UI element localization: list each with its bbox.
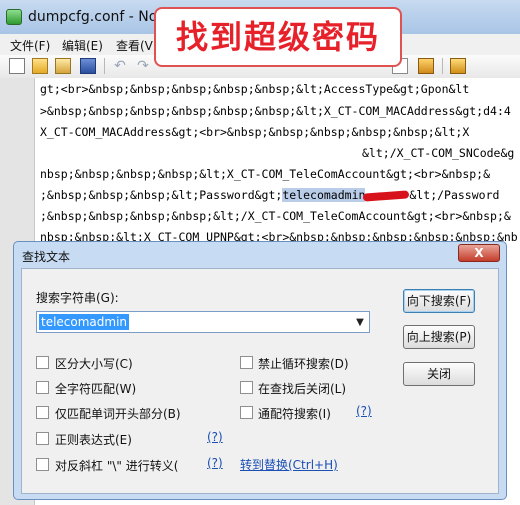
highlighted-match: telecomadmin: [282, 188, 366, 202]
code-line: >&nbsp;&nbsp;&nbsp;&nbsp;&nbsp;&nbsp;&lt…: [40, 104, 511, 118]
whole-word-label: 全字符匹配(W): [55, 382, 137, 396]
toolbar-separator: [442, 58, 443, 74]
macro-icon[interactable]: [450, 58, 466, 74]
menu-edit[interactable]: 编辑(E): [62, 37, 103, 54]
wildcard-label: 通配符搜索(I): [258, 407, 331, 421]
escape-label: 对反斜杠 "\" 进行转义(: [55, 459, 179, 473]
save-icon[interactable]: [80, 58, 96, 74]
code-line: ;&nbsp;&nbsp;&nbsp;&nbsp;&lt;/X_CT-COM_T…: [40, 209, 511, 223]
password-close-tag: &lt;/Password: [409, 188, 500, 202]
close-after-label: 在查找后关闭(L): [258, 382, 347, 396]
word-start-checkbox[interactable]: [36, 406, 49, 419]
banner-text: 找到超级密码: [175, 18, 380, 56]
find-down-button[interactable]: 向下搜索(F): [403, 289, 475, 313]
dialog-close-button[interactable]: X: [458, 244, 500, 262]
open-folder-icon[interactable]: [32, 58, 48, 74]
whole-word-checkbox[interactable]: [36, 381, 49, 394]
dialog-body: 搜索字符串(G): telecomadmin ▼ 区分大小写(C) 全字符匹配(…: [21, 268, 499, 494]
close-button[interactable]: 关闭: [403, 362, 475, 386]
code-line: X_CT-COM_MACAddress&gt;<br>&nbsp;&nbsp;&…: [40, 125, 470, 139]
regex-help-link[interactable]: (?): [207, 430, 223, 444]
match-case-checkbox[interactable]: [36, 356, 49, 369]
search-label: 搜索字符串(G):: [36, 291, 119, 305]
wildcard-checkbox[interactable]: [240, 406, 253, 419]
undo-icon[interactable]: ↶: [112, 58, 128, 74]
redaction-scribble: [363, 189, 410, 202]
menu-view[interactable]: 查看(V: [116, 37, 153, 54]
no-wrap-checkbox[interactable]: [240, 356, 253, 369]
password-open-tag: ;&nbsp;&nbsp;&nbsp;&lt;Password&gt;: [40, 188, 283, 202]
code-line: gt;<br>&nbsp;&nbsp;&nbsp;&nbsp;&nbsp;&lt…: [40, 82, 470, 96]
chevron-down-icon[interactable]: ▼: [353, 316, 367, 330]
find-dialog: 查找文本 X 搜索字符串(G): telecomadmin ▼ 区分大小写(C)…: [13, 241, 507, 500]
new-file-icon[interactable]: [9, 58, 25, 74]
no-wrap-label: 禁止循环搜索(D): [258, 357, 349, 371]
find-up-button[interactable]: 向上搜索(P): [403, 325, 475, 349]
goto-replace-link[interactable]: 转到替换(Ctrl+H): [240, 456, 338, 473]
escape-checkbox[interactable]: [36, 458, 49, 471]
redo-icon[interactable]: ↷: [135, 58, 151, 74]
code-line: nbsp;&nbsp;&nbsp;&nbsp;&lt;X_CT-COM_Tele…: [40, 167, 491, 181]
word-start-label: 仅匹配单词开头部分(B): [55, 407, 181, 421]
reload-icon[interactable]: [55, 58, 71, 74]
notepad-app-icon: [6, 9, 22, 25]
edit-pencil-icon[interactable]: [418, 58, 434, 74]
menu-file[interactable]: 文件(F): [10, 37, 50, 54]
wildcard-help-link[interactable]: (?): [356, 404, 372, 418]
dialog-title: 查找文本: [22, 250, 71, 264]
escape-help-link[interactable]: (?): [207, 456, 223, 470]
regex-label: 正则表达式(E): [55, 433, 132, 447]
regex-checkbox[interactable]: [36, 432, 49, 445]
search-input-value: telecomadmin: [39, 314, 130, 330]
annotation-banner: 找到超级密码: [154, 7, 402, 67]
code-line-password: ;&nbsp;&nbsp;&nbsp;&lt;Password&gt;telec…: [40, 188, 499, 202]
match-case-label: 区分大小写(C): [55, 357, 133, 371]
search-input[interactable]: telecomadmin ▼: [36, 311, 370, 333]
close-after-checkbox[interactable]: [240, 381, 253, 394]
code-line: &lt;/X_CT-COM_SNCode&g: [362, 146, 515, 160]
toolbar-separator: [104, 58, 105, 74]
